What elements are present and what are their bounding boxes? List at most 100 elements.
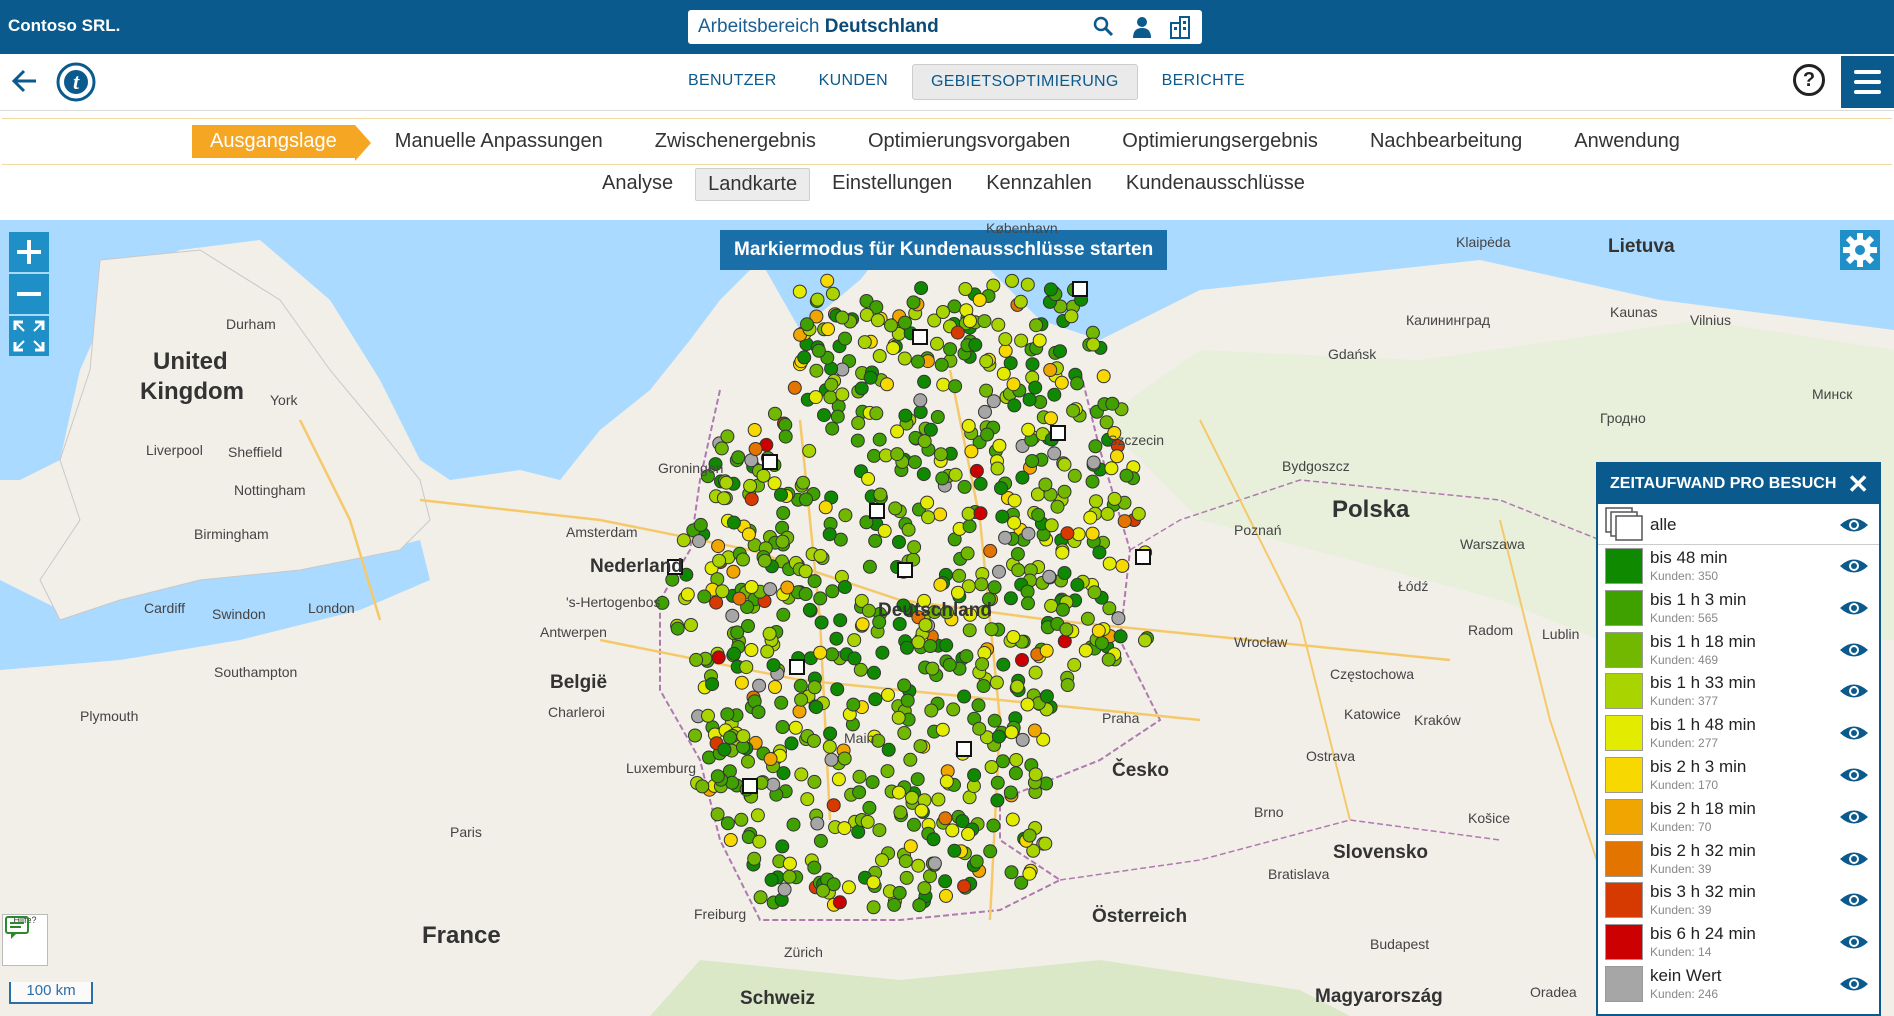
depot-marker[interactable] <box>869 503 885 519</box>
customer-point[interactable] <box>924 703 939 718</box>
customer-point[interactable] <box>900 640 914 655</box>
customer-point[interactable] <box>1054 375 1069 390</box>
step-ausgangslage[interactable]: Ausgangslage <box>192 125 371 161</box>
customer-point[interactable] <box>1021 422 1036 437</box>
customer-point[interactable] <box>875 853 889 868</box>
customer-point[interactable] <box>813 548 828 563</box>
customer-point[interactable] <box>813 591 828 606</box>
customer-point[interactable] <box>1055 545 1070 560</box>
customer-point[interactable] <box>732 591 747 606</box>
customer-point[interactable] <box>823 390 838 405</box>
customer-point[interactable] <box>825 647 839 662</box>
customer-point[interactable] <box>1086 455 1101 470</box>
customer-point[interactable] <box>992 438 1007 453</box>
customer-point[interactable] <box>736 552 750 567</box>
customer-point[interactable] <box>913 393 928 408</box>
customer-point[interactable] <box>957 879 972 894</box>
customer-point[interactable] <box>810 292 825 307</box>
customer-point[interactable] <box>762 626 777 641</box>
customer-point[interactable] <box>837 751 852 766</box>
customer-point[interactable] <box>961 418 976 433</box>
customer-point[interactable] <box>960 546 975 561</box>
customer-point[interactable] <box>969 854 984 869</box>
customer-point[interactable] <box>822 527 837 542</box>
customer-point[interactable] <box>807 774 822 789</box>
customer-point[interactable] <box>888 501 903 516</box>
customer-point[interactable] <box>711 539 726 554</box>
customer-point[interactable] <box>846 697 861 712</box>
customer-point[interactable] <box>780 580 795 595</box>
customer-point[interactable] <box>1105 396 1120 411</box>
customer-point[interactable] <box>775 839 790 854</box>
customer-point[interactable] <box>807 680 822 695</box>
customer-point[interactable] <box>979 383 994 398</box>
customer-point[interactable] <box>741 527 756 542</box>
customer-point[interactable] <box>676 533 691 548</box>
customer-point[interactable] <box>794 767 809 782</box>
customer-point[interactable] <box>867 448 881 463</box>
customer-point[interactable] <box>914 803 929 818</box>
customer-point[interactable] <box>1021 596 1035 611</box>
customer-point[interactable] <box>837 580 852 594</box>
step-optimierungsvorgaben[interactable]: Optimierungsvorgaben <box>868 125 1070 158</box>
customer-point[interactable] <box>892 885 907 900</box>
customer-point[interactable] <box>1022 828 1037 843</box>
customer-point[interactable] <box>1100 506 1115 521</box>
customer-point[interactable] <box>811 343 826 358</box>
customer-point[interactable] <box>768 406 782 421</box>
customer-point[interactable] <box>853 662 868 677</box>
customer-point[interactable] <box>939 638 954 653</box>
subtab-einstellungen[interactable]: Einstellungen <box>820 168 964 201</box>
customer-point[interactable] <box>917 881 932 896</box>
customer-point[interactable] <box>723 730 737 745</box>
customer-point[interactable] <box>710 769 725 784</box>
customer-point[interactable] <box>714 441 729 456</box>
customer-point[interactable] <box>835 387 850 402</box>
customer-point[interactable] <box>935 722 950 737</box>
customer-point[interactable] <box>913 405 928 419</box>
customer-point[interactable] <box>800 317 814 332</box>
customer-point[interactable] <box>872 823 887 838</box>
customer-point[interactable] <box>978 404 992 419</box>
customer-point[interactable] <box>798 564 813 579</box>
customer-point[interactable] <box>1015 653 1029 667</box>
eye-icon[interactable] <box>1839 557 1869 575</box>
customer-point[interactable] <box>851 824 866 839</box>
customer-point[interactable] <box>838 508 853 523</box>
customer-point[interactable] <box>720 429 735 444</box>
customer-point[interactable] <box>983 844 998 859</box>
customer-point[interactable] <box>862 800 877 815</box>
eye-icon[interactable] <box>1839 682 1869 700</box>
customer-point[interactable] <box>752 834 767 849</box>
customer-point[interactable] <box>809 700 824 715</box>
step-anwendung[interactable]: Anwendung <box>1574 125 1680 158</box>
customer-point[interactable] <box>1022 866 1037 881</box>
legend-item[interactable]: bis 1 h 48 min Kunden: 277 <box>1598 712 1879 754</box>
customer-point[interactable] <box>996 366 1011 381</box>
customer-point[interactable] <box>837 821 852 836</box>
customer-point[interactable] <box>890 424 905 439</box>
customer-point[interactable] <box>743 478 758 493</box>
customer-point[interactable] <box>1066 403 1081 418</box>
customer-point[interactable] <box>814 615 829 630</box>
customer-point[interactable] <box>979 354 994 369</box>
customer-point[interactable] <box>1027 723 1042 738</box>
customer-point[interactable] <box>907 455 922 470</box>
customer-point[interactable] <box>962 623 977 638</box>
customer-point[interactable] <box>872 432 887 447</box>
customer-point[interactable] <box>1086 337 1101 352</box>
customer-point[interactable] <box>1038 477 1053 492</box>
customer-point[interactable] <box>946 702 961 717</box>
workspace-selector[interactable]: Arbeitsbereich Deutschland <box>688 10 1202 44</box>
customer-point[interactable] <box>881 742 896 757</box>
customer-point[interactable] <box>958 282 973 296</box>
customer-point[interactable] <box>833 613 848 628</box>
customer-point[interactable] <box>987 713 1002 728</box>
customer-point[interactable] <box>957 689 972 704</box>
legend-item[interactable]: bis 1 h 18 min Kunden: 469 <box>1598 629 1879 671</box>
customer-point[interactable] <box>961 827 976 841</box>
customer-point[interactable] <box>1050 499 1065 514</box>
customer-point[interactable] <box>991 317 1006 332</box>
customer-point[interactable] <box>990 793 1005 808</box>
customer-point[interactable] <box>1057 566 1072 580</box>
